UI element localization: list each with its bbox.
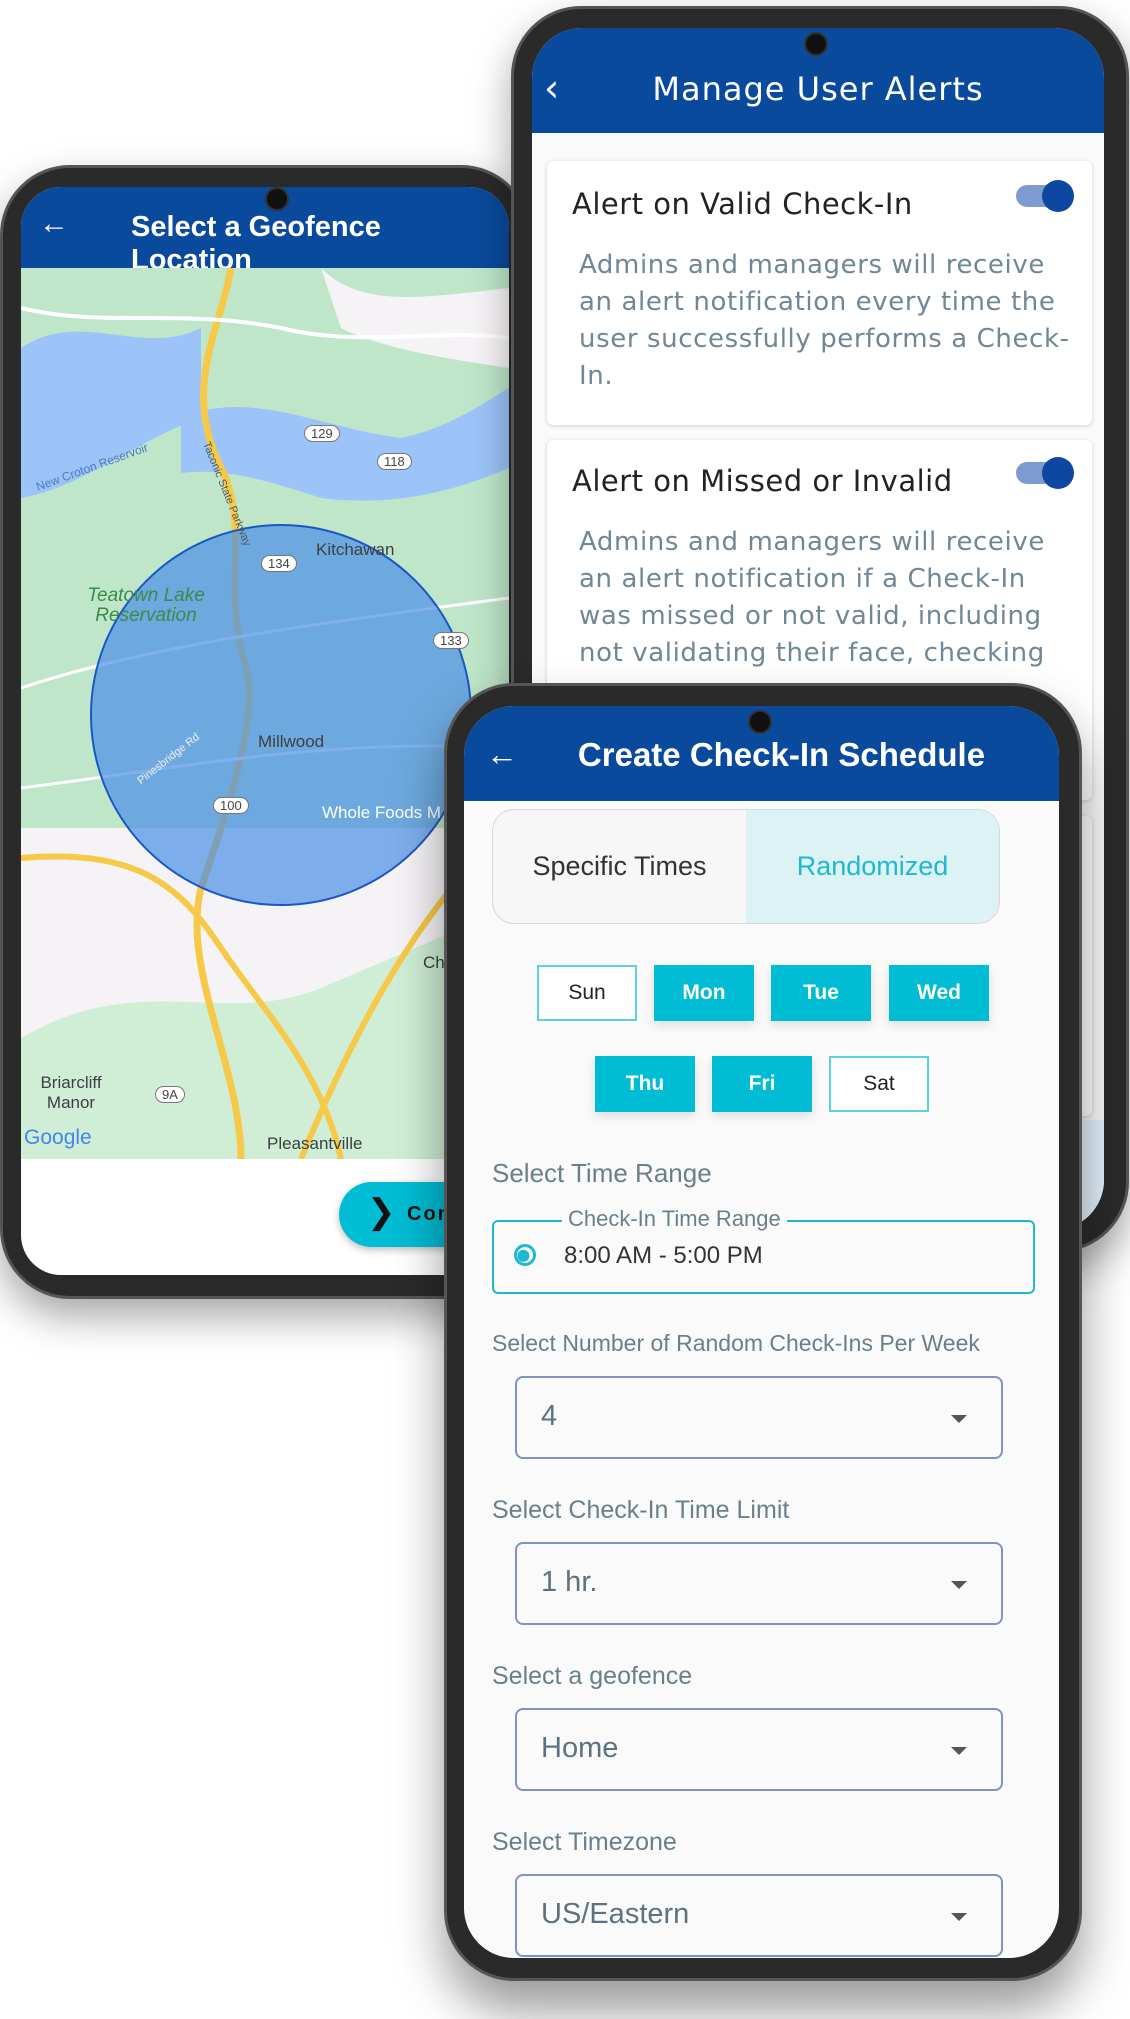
random-checkins-dropdown[interactable]: 4 xyxy=(515,1376,1003,1459)
day-mon[interactable]: Mon xyxy=(654,965,754,1021)
alert-description: Admins and managers will receive an aler… xyxy=(579,250,1070,391)
valid-checkin-toggle[interactable] xyxy=(1016,180,1074,212)
toggle-knob xyxy=(1042,457,1074,489)
time-limit-dropdown[interactable]: 1 hr. xyxy=(515,1542,1003,1625)
chevron-right-icon: ❯ xyxy=(367,1193,396,1231)
missed-checkin-toggle[interactable] xyxy=(1016,457,1074,489)
map-water xyxy=(21,328,201,498)
map[interactable]: New Croton Reservoir Taconic State Parkw… xyxy=(21,268,509,1159)
route-shield: 9A xyxy=(155,1086,185,1103)
alert-description: Admins and managers will receive an aler… xyxy=(579,527,1045,668)
toggle-knob xyxy=(1042,180,1074,212)
schedule-screen: ← Create Check-In Schedule Specific Time… xyxy=(464,706,1059,1958)
time-range-label: Select Time Range xyxy=(492,1158,712,1188)
clock-icon xyxy=(514,1244,536,1266)
route-shield: 118 xyxy=(377,453,412,470)
alert-title: Alert on Missed or Invalid xyxy=(572,464,953,498)
dropdown-value: 1 hr. xyxy=(541,1566,598,1598)
alert-card-valid: Alert on Valid Check-In Admins and manag… xyxy=(547,161,1092,425)
map-label: Ch xyxy=(423,953,445,972)
mode-specific-times[interactable]: Specific Times xyxy=(493,810,746,923)
alert-title: Alert on Valid Check-In xyxy=(572,187,913,221)
map-graphics xyxy=(21,268,509,1159)
camera-icon xyxy=(748,710,772,734)
random-checkins-label: Select Number of Random Check-Ins Per We… xyxy=(492,1330,980,1356)
route-shield: 100 xyxy=(213,797,249,814)
route-shield: 134 xyxy=(261,555,297,572)
map-label: Briarcliff Manor xyxy=(40,1073,102,1112)
map-label: Kitchawan xyxy=(316,540,395,559)
caret-down-icon xyxy=(951,1747,967,1755)
timezone-label: Select Timezone xyxy=(492,1828,677,1856)
schedule-mode-toggle: Specific Times Randomized xyxy=(492,809,1000,924)
map-label: Pleasantville xyxy=(267,1134,363,1153)
time-range-value: 8:00 AM - 5:00 PM xyxy=(564,1242,763,1269)
camera-icon xyxy=(804,32,828,56)
google-logo: Google xyxy=(24,1126,92,1149)
geofence-dropdown[interactable]: Home xyxy=(515,1708,1003,1791)
day-fri[interactable]: Fri xyxy=(712,1056,812,1112)
timezone-dropdown[interactable]: US/Eastern xyxy=(515,1874,1003,1957)
page-title: Manage User Alerts xyxy=(652,70,984,108)
caret-down-icon xyxy=(951,1415,967,1423)
back-arrow-icon[interactable]: ← xyxy=(39,207,69,241)
map-label: Teatown Lake Reservation xyxy=(87,585,205,626)
day-sun[interactable]: Sun xyxy=(537,965,637,1021)
route-shield: 129 xyxy=(304,425,340,442)
time-limit-label: Select Check-In Time Limit xyxy=(492,1496,790,1524)
day-wed[interactable]: Wed xyxy=(889,965,989,1021)
map-urban-area xyxy=(321,268,509,368)
dropdown-value: US/Eastern xyxy=(541,1898,690,1930)
time-range-field[interactable]: Check-In Time Range 8:00 AM - 5:00 PM xyxy=(492,1206,1035,1294)
geofence-label: Select a geofence xyxy=(492,1662,693,1690)
route-shield: 133 xyxy=(433,632,469,649)
geofence-screen: ← Select a Geofence Location New Croton … xyxy=(21,187,509,1275)
day-sat[interactable]: Sat xyxy=(829,1056,929,1112)
dropdown-value: Home xyxy=(541,1732,619,1764)
dropdown-value: 4 xyxy=(541,1400,558,1432)
geofence-circle xyxy=(90,524,472,906)
caret-down-icon xyxy=(951,1581,967,1589)
map-label: Millwood xyxy=(258,732,325,751)
mode-randomized[interactable]: Randomized xyxy=(746,810,999,923)
time-range-field-label: Check-In Time Range xyxy=(562,1206,787,1232)
camera-icon xyxy=(265,187,289,211)
day-thu[interactable]: Thu xyxy=(595,1056,695,1112)
page-title: Create Check-In Schedule xyxy=(577,736,986,773)
map-label: Whole Foods M xyxy=(322,803,442,822)
caret-down-icon xyxy=(951,1913,967,1921)
day-tue[interactable]: Tue xyxy=(771,965,871,1021)
